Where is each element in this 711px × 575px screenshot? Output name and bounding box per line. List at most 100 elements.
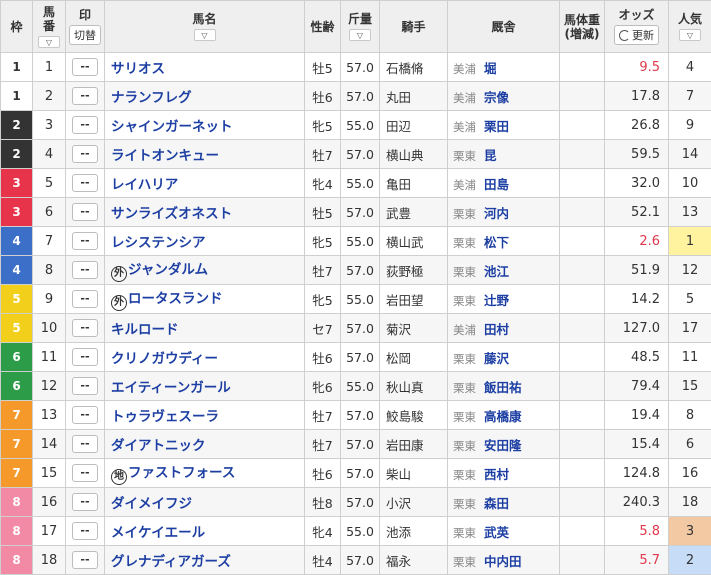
trainer-link[interactable]: 辻野 bbox=[484, 293, 509, 308]
mark-cell: -- bbox=[65, 255, 105, 285]
horse-name-link[interactable]: キルロード bbox=[111, 322, 179, 338]
sex-age: 牡8 bbox=[304, 487, 341, 517]
trainer-link[interactable]: 松下 bbox=[484, 235, 509, 250]
trainer-link[interactable]: 飯田祐 bbox=[484, 380, 522, 395]
trainer-link[interactable]: 武英 bbox=[484, 525, 509, 540]
horse-name-link[interactable]: トゥラヴェスーラ bbox=[111, 409, 219, 425]
trainer-link[interactable]: 藤沢 bbox=[484, 351, 509, 366]
horse-name-link[interactable]: ダイメイフジ bbox=[111, 496, 192, 512]
mark-select[interactable]: -- bbox=[72, 435, 98, 453]
trainer-link[interactable]: 池江 bbox=[484, 264, 509, 279]
trainer-link[interactable]: 宗像 bbox=[484, 90, 509, 105]
jockey-link[interactable]: 荻野極 bbox=[386, 264, 424, 279]
jockey-link[interactable]: 亀田 bbox=[386, 177, 411, 192]
trainer-link[interactable]: 西村 bbox=[484, 467, 509, 482]
jockey-link[interactable]: 田辺 bbox=[386, 119, 411, 134]
jockey-link[interactable]: 丸田 bbox=[386, 90, 411, 105]
stable-region: 栗東 bbox=[453, 264, 476, 279]
mark-cell: -- bbox=[65, 545, 105, 575]
jockey-link[interactable]: 武豊 bbox=[386, 206, 411, 221]
sex-age: 牡6 bbox=[304, 81, 341, 111]
jockey-link[interactable]: 岩田望 bbox=[386, 293, 424, 308]
horse-name-link[interactable]: エイティーンガール bbox=[111, 380, 231, 396]
chevron-down-icon[interactable]: ▽ bbox=[349, 29, 371, 41]
trainer-link[interactable]: 河内 bbox=[484, 206, 509, 221]
horse-name-link[interactable]: メイケイエール bbox=[111, 525, 205, 541]
jockey-cell: 柴山 bbox=[379, 458, 448, 488]
horse-name-link[interactable]: シャインガーネット bbox=[111, 119, 233, 135]
jockey-link[interactable]: 福永 bbox=[386, 554, 411, 569]
header-horse[interactable]: 馬名 ▽ bbox=[104, 0, 305, 53]
jockey-link[interactable]: 石橋脩 bbox=[386, 61, 424, 76]
jockey-link[interactable]: 鮫島駿 bbox=[386, 409, 424, 424]
mark-select[interactable]: -- bbox=[72, 290, 98, 308]
trainer-link[interactable]: 昆 bbox=[484, 148, 497, 163]
stable-region: 栗東 bbox=[453, 351, 476, 366]
jockey-link[interactable]: 岩田康 bbox=[386, 438, 424, 453]
stable-region: 栗東 bbox=[453, 206, 476, 221]
mark-select[interactable]: -- bbox=[72, 58, 98, 76]
jockey-link[interactable]: 池添 bbox=[386, 525, 411, 540]
odds-value: 79.4 bbox=[604, 371, 669, 401]
horse-name-link[interactable]: レシステンシア bbox=[111, 235, 206, 251]
mark-select[interactable]: -- bbox=[72, 348, 98, 366]
table-header: 枠 馬 番 ▽ 印 切替 馬名 ▽ 性齢 斤量 ▽ 騎手 厩舎 馬体重 (増減)… bbox=[0, 0, 711, 53]
trainer-link[interactable]: 田村 bbox=[484, 322, 509, 337]
mark-select[interactable]: -- bbox=[72, 232, 98, 250]
jockey-link[interactable]: 菊沢 bbox=[386, 322, 411, 337]
horse-name-link[interactable]: サンライズオネスト bbox=[111, 206, 232, 222]
header-popularity[interactable]: 人気 ▽ bbox=[668, 0, 711, 53]
horse-name-link[interactable]: ロータスランド bbox=[128, 291, 223, 307]
mark-toggle-button[interactable]: 切替 bbox=[69, 25, 101, 45]
mark-select[interactable]: -- bbox=[72, 377, 98, 395]
jockey-link[interactable]: 秋山真 bbox=[386, 380, 424, 395]
horse-name-link[interactable]: ライトオンキュー bbox=[111, 148, 219, 164]
mark-select[interactable]: -- bbox=[72, 522, 98, 540]
trainer-link[interactable]: 安田隆 bbox=[484, 438, 522, 453]
mark-select[interactable]: -- bbox=[72, 464, 98, 482]
table-body: 1 1 -- サリオス 牡5 57.0 石橋脩 美浦堀 9.5 4 1 2 -- ナランフレグ 牡6 57.0… bbox=[0, 52, 711, 575]
trainer-link[interactable]: 栗田 bbox=[484, 119, 509, 134]
mark-select[interactable]: -- bbox=[72, 493, 98, 511]
jockey-cell: 武豊 bbox=[379, 197, 448, 227]
chevron-down-icon[interactable]: ▽ bbox=[38, 36, 60, 48]
mark-select[interactable]: -- bbox=[72, 319, 98, 337]
horse-name-cell: サリオス bbox=[104, 52, 305, 82]
horse-name-link[interactable]: レイハリア bbox=[111, 177, 178, 193]
horse-name-link[interactable]: ダイアトニック bbox=[111, 438, 206, 454]
jockey-link[interactable]: 柴山 bbox=[386, 467, 411, 482]
horse-name-link[interactable]: ジャンダルム bbox=[128, 262, 208, 278]
mark-select[interactable]: -- bbox=[72, 174, 98, 192]
jockey-link[interactable]: 横山武 bbox=[386, 235, 424, 250]
horse-name-link[interactable]: サリオス bbox=[111, 61, 165, 77]
stable-cell: 栗東 辻野 bbox=[447, 284, 560, 314]
header-weight[interactable]: 斤量 ▽ bbox=[340, 0, 380, 53]
mark-select[interactable]: -- bbox=[72, 203, 98, 221]
horse-name-link[interactable]: ファストフォース bbox=[128, 465, 235, 481]
table-row: 1 1 -- サリオス 牡5 57.0 石橋脩 美浦堀 9.5 4 bbox=[0, 52, 711, 82]
header-umaban[interactable]: 馬 番 ▽ bbox=[32, 0, 66, 53]
refresh-button[interactable]: 更新 bbox=[614, 25, 659, 45]
mark-select[interactable]: -- bbox=[72, 87, 98, 105]
horse-name-link[interactable]: クリノガウディー bbox=[111, 351, 218, 367]
jockey-link[interactable]: 松岡 bbox=[386, 351, 411, 366]
trainer-link[interactable]: 田島 bbox=[484, 177, 509, 192]
mark-select[interactable]: -- bbox=[72, 261, 98, 279]
waku-number: 1 bbox=[0, 52, 33, 82]
trainer-link[interactable]: 堀 bbox=[484, 61, 497, 76]
chevron-down-icon[interactable]: ▽ bbox=[193, 29, 216, 41]
mark-select[interactable]: -- bbox=[72, 116, 98, 134]
chevron-down-icon[interactable]: ▽ bbox=[679, 29, 701, 41]
mark-select[interactable]: -- bbox=[72, 145, 98, 163]
trainer-link[interactable]: 高橋康 bbox=[484, 409, 522, 424]
trainer-link[interactable]: 森田 bbox=[484, 496, 509, 511]
jockey-link[interactable]: 横山典 bbox=[386, 148, 424, 163]
mark-select[interactable]: -- bbox=[72, 406, 98, 424]
jockey-link[interactable]: 小沢 bbox=[386, 496, 411, 511]
odds-value: 26.8 bbox=[604, 110, 669, 140]
mark-select[interactable]: -- bbox=[72, 551, 98, 569]
trainer-link[interactable]: 中内田 bbox=[484, 554, 522, 569]
horse-name-link[interactable]: ナランフレグ bbox=[111, 90, 192, 106]
horse-name-link[interactable]: グレナディアガーズ bbox=[111, 554, 231, 570]
horse-number: 12 bbox=[32, 371, 66, 401]
